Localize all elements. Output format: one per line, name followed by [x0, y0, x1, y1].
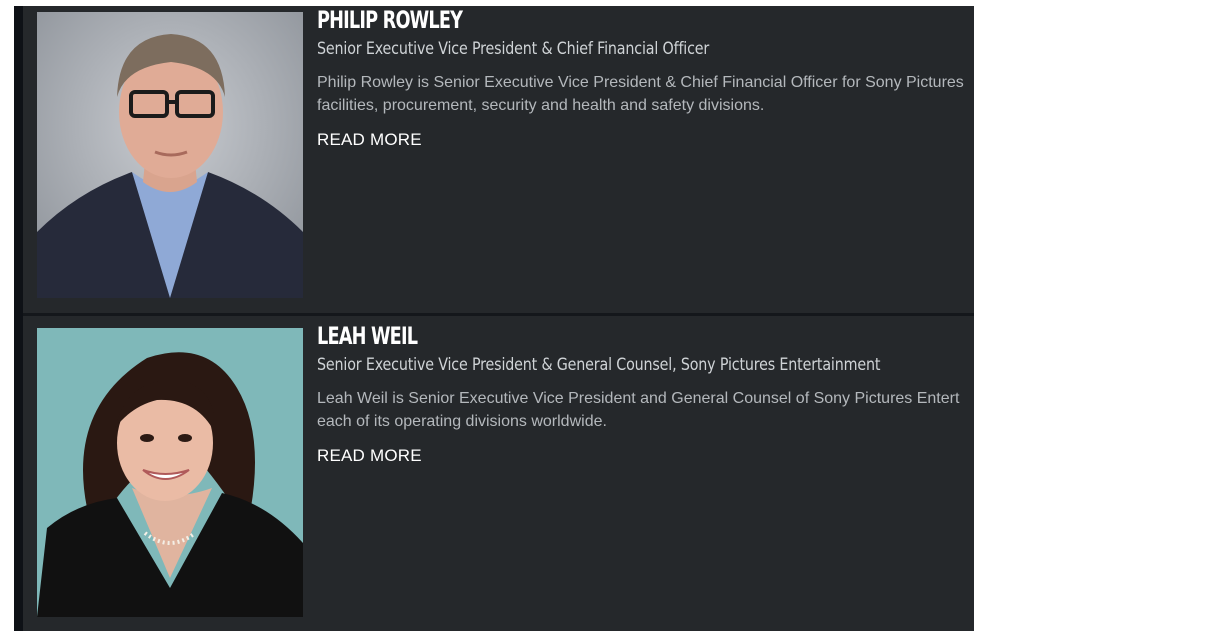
executive-title: Senior Executive Vice President & Genera… — [317, 355, 881, 375]
executive-name: PHILIP ROWLEY — [317, 6, 463, 34]
bio-line: facilities, procurement, security and he… — [317, 97, 765, 114]
executive-title: Senior Executive Vice President & Chief … — [317, 39, 710, 59]
panel-edge — [14, 6, 23, 631]
bio-line: Philip Rowley is Senior Executive Vice P… — [317, 74, 964, 91]
executive-bio: Philip Rowley is Senior Executive Vice P… — [317, 71, 974, 117]
executive-name: LEAH WEIL — [317, 322, 418, 350]
executive-card-leah-weil: LEAH WEIL Senior Executive Vice Presiden… — [23, 316, 974, 631]
executive-bio: Leah Weil is Senior Executive Vice Presi… — [317, 387, 974, 433]
bio-line: each of its operating divisions worldwid… — [317, 413, 607, 430]
bio-line: Leah Weil is Senior Executive Vice Presi… — [317, 390, 960, 407]
executives-panel: PHILIP ROWLEY Senior Executive Vice Pres… — [14, 6, 974, 631]
read-more-link[interactable]: READ MORE — [317, 445, 422, 467]
executive-photo-philip-rowley[interactable] — [37, 12, 303, 298]
executive-card-philip-rowley: PHILIP ROWLEY Senior Executive Vice Pres… — [23, 6, 974, 313]
read-more-link[interactable]: READ MORE — [317, 129, 422, 151]
executive-info: LEAH WEIL Senior Executive Vice Presiden… — [317, 322, 974, 467]
executive-info: PHILIP ROWLEY Senior Executive Vice Pres… — [317, 6, 974, 151]
executive-photo-leah-weil[interactable] — [37, 328, 303, 617]
